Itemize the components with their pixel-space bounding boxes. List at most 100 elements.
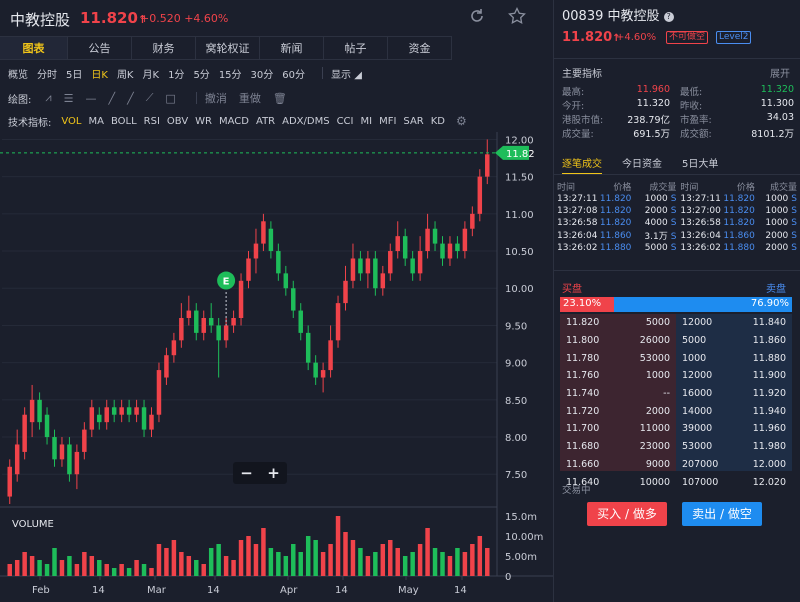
period-5day[interactable]: 5日 <box>66 66 82 81</box>
kline-chart[interactable]: 12.00 11.50 11.00 10.50 10.00 9.50 9.00 8.50 8.0… <box>0 132 553 602</box>
candle-body <box>320 370 326 378</box>
trend-tool-icon[interactable]: ⩘ <box>45 91 51 105</box>
indicator-rsi[interactable]: RSI <box>144 116 160 127</box>
orderbook-row[interactable]: 11.780 53000 1000 11.880 <box>560 349 792 367</box>
undo-button[interactable]: 撤消 <box>205 90 227 106</box>
volume-bar <box>59 560 65 576</box>
segment-line-icon[interactable]: ╱ <box>127 92 134 105</box>
volume-bar <box>417 544 423 576</box>
indicator-adx-dms[interactable]: ADX/DMS <box>282 116 329 127</box>
tab-news[interactable]: 新闻 <box>260 36 324 60</box>
indicator-atr[interactable]: ATR <box>256 116 275 127</box>
tab-chart[interactable]: 图表 <box>0 36 68 60</box>
volume-bar <box>246 536 251 576</box>
zoom-in-button[interactable]: + <box>260 462 287 484</box>
candle-body <box>261 221 266 244</box>
indicator-cci[interactable]: CCI <box>337 116 354 127</box>
period-15min[interactable]: 15分 <box>219 66 242 81</box>
period-weekly-k[interactable]: 周K <box>117 66 134 81</box>
x-tick-label: May <box>398 585 419 596</box>
tab-warrants[interactable]: 窝轮权证 <box>196 36 260 60</box>
candle-body <box>432 228 438 244</box>
orderbook-row[interactable]: 11.740 -- 16000 11.920 <box>560 385 792 403</box>
sell-short-button[interactable]: 卖出 / 做空 <box>682 502 762 526</box>
orderbook-row[interactable]: 11.660 9000 207000 12.000 <box>560 456 792 474</box>
display-dropdown[interactable]: 显示 ◢ <box>331 66 362 81</box>
ray-line-icon[interactable]: ╱ <box>108 92 115 105</box>
tick-cell: 13:26:02 <box>557 243 598 253</box>
period-intraday[interactable]: 分时 <box>37 66 57 81</box>
period-5min[interactable]: 5分 <box>193 66 209 81</box>
tab-financials[interactable]: 财务 <box>132 36 196 60</box>
indicator-mfi[interactable]: MFI <box>379 116 396 127</box>
candle-body <box>462 228 468 252</box>
tab-5day-large-orders[interactable]: 5日大单 <box>682 155 718 175</box>
arrow-line-icon[interactable]: ⟋ <box>146 91 154 105</box>
tab-tick-trades[interactable]: 逐笔成交 <box>562 155 602 175</box>
tab-posts[interactable]: 帖子 <box>324 36 388 60</box>
tab-announcements[interactable]: 公告 <box>68 36 132 60</box>
period-1min[interactable]: 1分 <box>168 66 184 81</box>
period-monthly-k[interactable]: 月K <box>143 66 160 81</box>
indicator-sar[interactable]: SAR <box>403 116 423 127</box>
volume-bar <box>29 556 35 576</box>
indicator-boll[interactable]: BOLL <box>111 116 137 127</box>
volume-bar <box>171 540 177 576</box>
tick-side: S <box>670 206 677 216</box>
candle-body <box>365 258 371 274</box>
level2-badge: Level2 <box>716 31 752 44</box>
buy-long-button[interactable]: 买入 / 做多 <box>587 502 667 526</box>
redo-button[interactable]: 重做 <box>239 90 261 106</box>
metrics-grid: 最高: 11.960 最低: 11.320 今开: 11.320 昨收: 11.… <box>562 84 794 140</box>
zoom-out-button[interactable]: − <box>233 462 260 484</box>
orderbook-row[interactable]: 11.700 11000 39000 11.960 <box>560 420 792 438</box>
volume-bar <box>7 564 12 576</box>
settings-gear-icon[interactable]: ⚙ <box>456 114 467 128</box>
stock-header: 中教控股 11.820↑ +0.520 +4.60% <box>0 0 553 36</box>
tab-today-capital[interactable]: 今日资金 <box>622 155 662 175</box>
info-icon[interactable]: ? <box>663 12 674 22</box>
tick-cell: 2000 S <box>631 205 677 217</box>
parallel-lines-icon[interactable]: ☰ <box>64 92 74 105</box>
period-overview[interactable]: 概览 <box>8 66 28 81</box>
volume-tick-label: 15.0m <box>505 512 537 523</box>
volume-bar <box>141 564 147 576</box>
rectangle-icon[interactable]: □ <box>165 92 175 105</box>
indicator-macd[interactable]: MACD <box>219 116 249 127</box>
orderbook-row[interactable]: 11.720 2000 14000 11.940 <box>560 402 792 420</box>
refresh-icon[interactable] <box>466 7 488 29</box>
indicator-vol[interactable]: VOL <box>61 116 81 127</box>
period-60min[interactable]: 60分 <box>282 66 305 81</box>
candle-body <box>313 362 318 378</box>
tick-cell: 13:27:08 <box>557 206 598 216</box>
star-icon[interactable] <box>506 6 528 29</box>
indicator-mi[interactable]: MI <box>360 116 372 127</box>
indicator-obv[interactable]: OBV <box>167 116 188 127</box>
indicator-kd[interactable]: KD <box>431 116 445 127</box>
candle-body <box>171 340 177 356</box>
volume-bar <box>373 552 378 576</box>
quote-price: 11.820↑ <box>562 30 621 45</box>
orderbook-row[interactable]: 11.760 1000 12000 11.900 <box>560 367 792 385</box>
period-30min[interactable]: 30分 <box>251 66 274 81</box>
volume-bar <box>410 552 415 576</box>
bid-price: 11.720 <box>566 405 600 417</box>
tab-capital-flow[interactable]: 资金 <box>388 36 452 60</box>
trade-tabs: 逐笔成交 今日资金 5日大单 <box>562 155 738 175</box>
ask-label: 卖盘 <box>766 284 786 295</box>
orderbook-row[interactable]: 11.680 23000 53000 11.980 <box>560 438 792 456</box>
bid-price: 11.780 <box>566 352 600 364</box>
orderbook-row[interactable]: 11.640 10000 107000 12.020 <box>560 473 792 491</box>
tick-table: 时间 价格 成交量 时间 价格 成交量 13:27:11 11.820 1000 S 1… <box>557 180 797 254</box>
candle-body <box>328 340 333 371</box>
expand-link[interactable]: 展开 <box>770 65 790 80</box>
period-daily-k[interactable]: 日K <box>91 66 108 81</box>
trash-icon[interactable]: 🗑 <box>273 92 287 105</box>
orderbook-row[interactable]: 11.820 5000 12000 11.840 <box>560 314 792 332</box>
candle-body <box>343 280 348 304</box>
horizontal-line-icon[interactable]: — <box>85 92 96 105</box>
candle-body <box>291 288 296 311</box>
orderbook-row[interactable]: 11.800 26000 5000 11.860 <box>560 332 792 350</box>
indicator-ma[interactable]: MA <box>88 116 103 127</box>
indicator-wr[interactable]: WR <box>195 116 212 127</box>
